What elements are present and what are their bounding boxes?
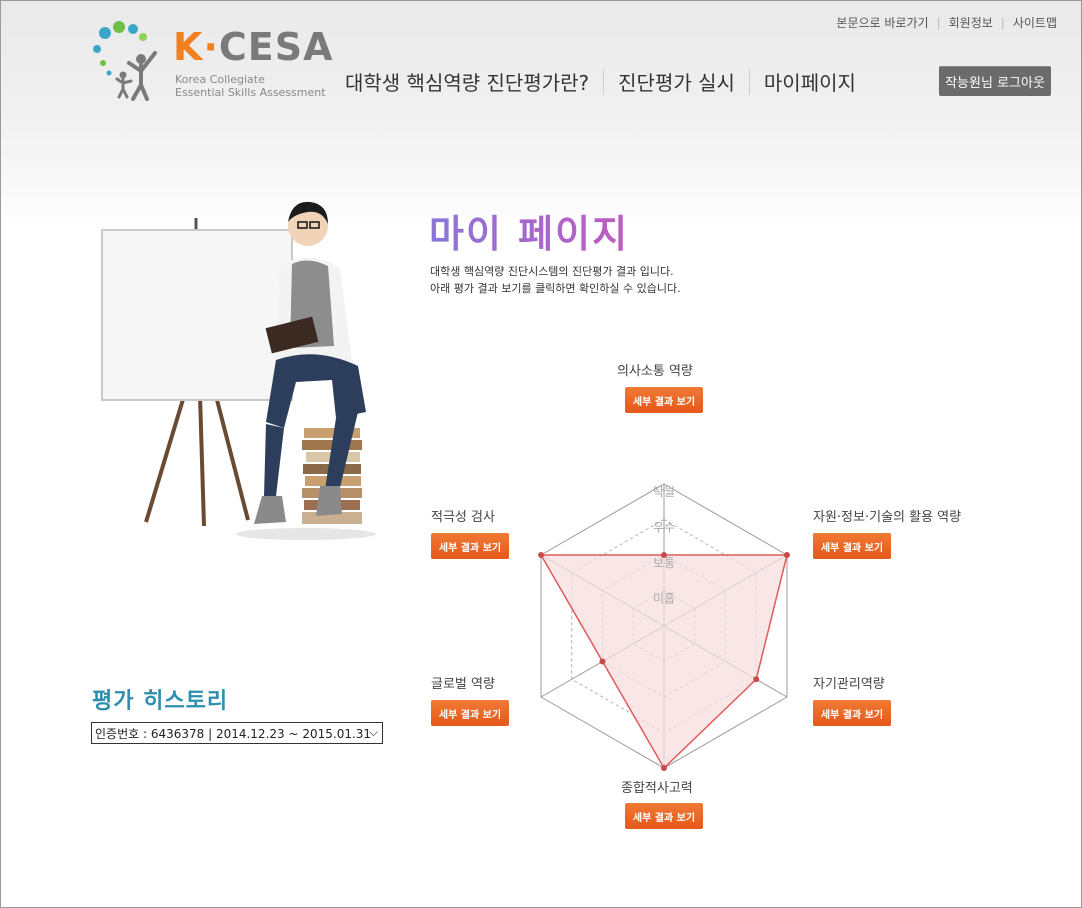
competency-label-initiative: 적극성 검사 bbox=[431, 510, 495, 525]
page-description: 대학생 핵심역량 진단시스템의 진단평가 결과 입니다. 아래 평가 결과 보기… bbox=[430, 265, 681, 295]
nav-mypage[interactable]: 마이페이지 bbox=[750, 67, 870, 96]
sitemap-link[interactable]: 사이트맵 bbox=[1013, 14, 1057, 31]
kcesa-logo[interactable]: K·CESA Korea Collegiate Essential Skills… bbox=[89, 19, 333, 101]
radar-data-point bbox=[783, 552, 790, 558]
utility-links: 본문으로 바로가기 | 회원정보 | 사이트맵 bbox=[836, 14, 1057, 31]
competency-label-global: 글로벌 역량 bbox=[431, 677, 495, 692]
nav-take-assessment[interactable]: 진단평가 실시 bbox=[604, 67, 749, 96]
history-select[interactable]: 인증번호 : 6436378 | 2014.12.23 ~ 2015.01.31… bbox=[91, 722, 383, 744]
competency-label-resources: 자원·정보·기술의 활용 역량 bbox=[813, 510, 962, 525]
history-title: 평가 히스토리 bbox=[92, 689, 229, 714]
history-selected-value: 인증번호 : 6436378 | 2014.12.23 ~ 2015.01.31 bbox=[95, 726, 372, 741]
student-with-easel-image bbox=[101, 201, 376, 540]
detail-button-communication[interactable]: 세부 결과 보기 bbox=[625, 387, 703, 413]
member-info-link[interactable]: 회원정보 bbox=[949, 14, 993, 31]
competency-label-thinking: 종합적사고력 bbox=[621, 781, 693, 796]
radar-data-area bbox=[539, 554, 788, 770]
logo-figures-icon bbox=[93, 21, 157, 101]
logo-brand: K·CESA bbox=[173, 25, 334, 69]
page-frame: 본문으로 바로가기 | 회원정보 | 사이트맵 K·CESA Korea Col… bbox=[0, 0, 1082, 908]
radar-level-label: 미흡 bbox=[653, 592, 675, 606]
detail-button-thinking[interactable]: 세부 결과 보기 bbox=[625, 803, 703, 829]
chevron-down-icon: ⌵ bbox=[368, 725, 378, 739]
radar-level-label: 보통 bbox=[653, 556, 675, 570]
radar-data-point bbox=[661, 765, 667, 771]
util-divider: | bbox=[1000, 15, 1005, 30]
detail-button-initiative[interactable]: 세부 결과 보기 bbox=[431, 533, 509, 559]
radar-data-point bbox=[538, 552, 545, 558]
competency-radar-chart: 미흡 보통 우수 탁월 bbox=[538, 483, 790, 771]
radar-data-point bbox=[753, 676, 760, 683]
main-nav: 대학생 핵심역량 진단평가란? 진단평가 실시 마이페이지 bbox=[345, 67, 870, 96]
radar-level-label: 탁월 bbox=[653, 485, 675, 499]
competency-label-self-management: 자기관리역량 bbox=[813, 677, 885, 692]
radar-data-point bbox=[599, 658, 606, 665]
detail-button-global[interactable]: 세부 결과 보기 bbox=[431, 700, 509, 726]
detail-button-self-management[interactable]: 세부 결과 보기 bbox=[813, 700, 891, 726]
competency-label-communication: 의사소통 역량 bbox=[617, 364, 693, 379]
detail-button-resources[interactable]: 세부 결과 보기 bbox=[813, 533, 891, 559]
logo-subtitle: Korea Collegiate Essential Skills Assess… bbox=[175, 73, 326, 99]
radar-level-label: 우수 bbox=[653, 521, 675, 535]
skip-to-content-link[interactable]: 본문으로 바로가기 bbox=[836, 14, 928, 31]
nav-about[interactable]: 대학생 핵심역량 진단평가란? bbox=[345, 67, 603, 96]
util-divider: | bbox=[936, 15, 941, 30]
logout-button[interactable]: 작능원님 로그아웃 bbox=[939, 66, 1051, 96]
page-title: 마이 페이지 bbox=[429, 203, 629, 258]
